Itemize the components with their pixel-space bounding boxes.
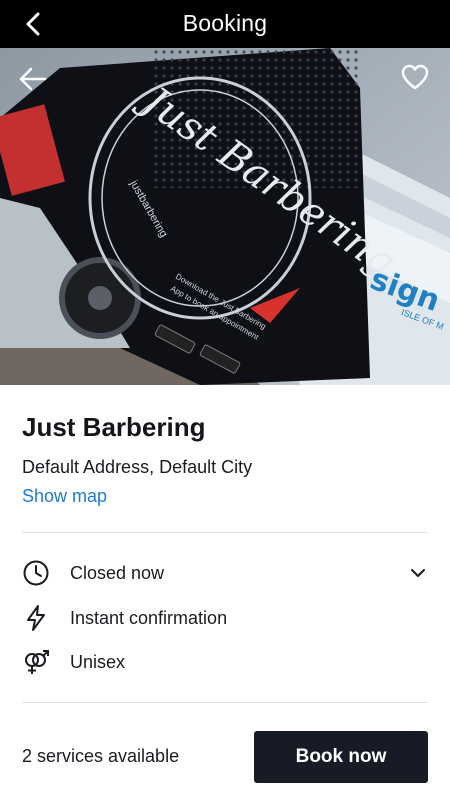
- shop-address: Default Address, Default City: [22, 457, 253, 477]
- hero-back-arrow-icon[interactable]: [18, 66, 48, 92]
- hero-image: Just Barbering justbarbering Download th…: [0, 48, 450, 385]
- unisex-label: Unisex: [70, 651, 126, 672]
- chevron-down-icon[interactable]: [408, 563, 428, 583]
- show-map-link[interactable]: Show map: [22, 486, 107, 507]
- opening-status-label: Closed now: [70, 562, 165, 583]
- clock-icon: [23, 560, 49, 586]
- gender-icon: [25, 650, 49, 674]
- lightning-icon: [27, 605, 45, 631]
- booking-footer: 2 services available Book now: [0, 712, 450, 800]
- instant-confirmation-row: Instant confirmation: [22, 602, 428, 634]
- heart-outline-icon[interactable]: [400, 63, 430, 91]
- unisex-row: Unisex: [22, 646, 428, 678]
- instant-confirmation-label: Instant confirmation: [70, 607, 228, 628]
- services-count: 2 services available: [22, 746, 180, 766]
- page-title: Booking: [182, 10, 268, 36]
- app-header: Booking: [0, 0, 450, 48]
- opening-hours-row[interactable]: Closed now: [22, 557, 428, 589]
- van-photo: Just Barbering justbarbering Download th…: [0, 48, 450, 385]
- divider: [22, 702, 428, 703]
- book-now-button[interactable]: Book now: [254, 731, 428, 783]
- shop-info: Just Barbering Default Address, Default …: [22, 412, 428, 507]
- shop-name: Just Barbering: [22, 412, 206, 442]
- divider: [22, 532, 428, 533]
